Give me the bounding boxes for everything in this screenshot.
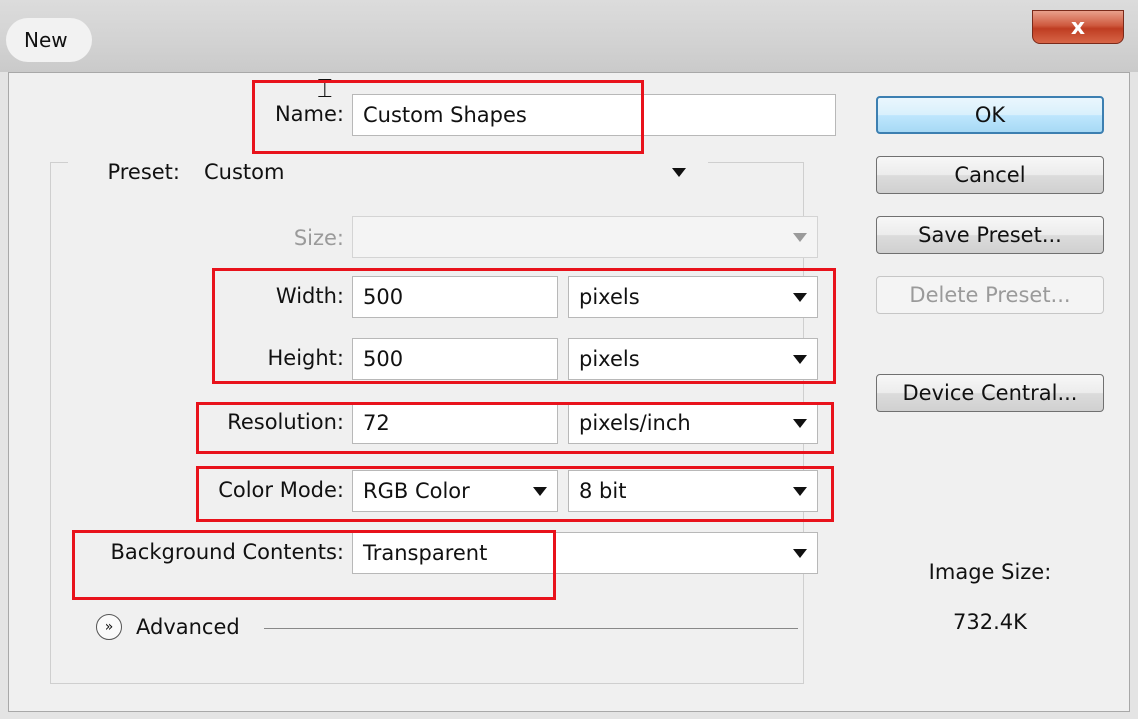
preset-select-value: Custom	[204, 160, 285, 184]
window-title-text: New	[24, 28, 68, 52]
preset-group-border-left	[50, 162, 51, 684]
preset-label: Preset:	[107, 160, 180, 184]
dropdown-arrow-icon	[672, 168, 686, 177]
ok-button[interactable]: OK	[876, 96, 1104, 134]
delete-preset-button-label: Delete Preset...	[909, 283, 1071, 307]
preset-group-border-bottom	[50, 683, 804, 684]
image-size-label: Image Size:	[928, 560, 1052, 584]
preset-select[interactable]: Custom	[190, 152, 696, 192]
image-size-value: 732.4K	[953, 610, 1027, 634]
preset-group-border-top-right	[708, 162, 804, 163]
highlight-background	[72, 530, 556, 600]
close-button[interactable]: x	[1032, 10, 1124, 44]
advanced-divider	[264, 628, 798, 629]
dropdown-arrow-icon	[793, 233, 807, 242]
highlight-width-height	[212, 268, 836, 384]
close-icon: x	[1070, 14, 1086, 40]
highlight-resolution	[196, 402, 834, 454]
window-title: New	[6, 18, 92, 62]
size-label: Size:	[293, 226, 344, 250]
save-preset-button[interactable]: Save Preset...	[876, 216, 1104, 254]
delete-preset-button[interactable]: Delete Preset...	[876, 276, 1104, 314]
ok-button-label: OK	[974, 103, 1006, 127]
save-preset-button-label: Save Preset...	[918, 223, 1062, 247]
device-central-button[interactable]: Device Central...	[876, 374, 1104, 412]
highlight-name	[252, 80, 644, 154]
dropdown-arrow-icon	[793, 549, 807, 558]
device-central-button-label: Device Central...	[902, 381, 1078, 405]
preset-group-border-top-left	[50, 162, 68, 163]
cancel-button[interactable]: Cancel	[876, 156, 1104, 194]
title-bar: New x	[0, 0, 1138, 72]
advanced-toggle[interactable]: » Advanced	[96, 612, 256, 642]
size-select[interactable]	[352, 216, 818, 258]
highlight-color-mode	[196, 466, 834, 522]
advanced-label: Advanced	[136, 615, 240, 639]
cancel-button-label: Cancel	[954, 163, 1026, 187]
chevron-down-icon: »	[96, 614, 122, 640]
